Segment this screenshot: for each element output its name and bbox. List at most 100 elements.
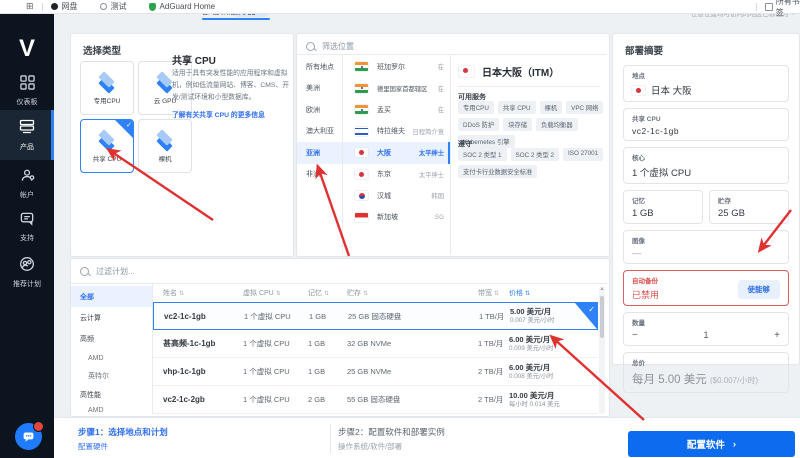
city-row-mumbai[interactable]: 孟买 在 — [343, 99, 450, 121]
filter-label: AMD — [88, 354, 104, 362]
city-name: 班加罗尔 — [377, 63, 405, 71]
sidebar-item-products[interactable]: 产品 — [0, 110, 54, 160]
step1-title[interactable]: 步骤1：选择地点和计划 — [78, 426, 168, 438]
plan-filter-input[interactable]: 过滤计划... — [80, 266, 135, 277]
type-card-bare-metal[interactable]: 裸机 — [138, 119, 192, 173]
plan-name: vhp-1c-1gb — [163, 367, 206, 376]
quantity-plus-button[interactable]: + — [774, 330, 780, 341]
sidebar-item-referral[interactable]: 推荐计划 — [0, 251, 54, 291]
all-bookmarks-button[interactable]: 所有书签 — [748, 0, 800, 18]
plan-filter-amd[interactable]: AMD — [71, 349, 152, 367]
region-item-africa[interactable]: 非洲 — [297, 164, 342, 186]
plan-memory: 1 GB — [308, 339, 326, 348]
enable-backups-button[interactable]: 使能够 — [737, 280, 780, 299]
plan-filter-cloud-compute[interactable]: 云计算 — [71, 307, 152, 328]
summary-label: 贮存 — [718, 198, 731, 205]
scrollbar-thumb[interactable] — [600, 296, 604, 338]
server-stack-icon — [95, 128, 119, 152]
support-chat-icon — [20, 212, 33, 226]
column-header-bandwidth[interactable]: 带宽 ⇅ — [478, 288, 509, 298]
sidebar-item-account[interactable]: 帐户 — [0, 163, 54, 199]
column-header-storage[interactable]: 贮存 ⇅ — [347, 288, 478, 298]
sidebar-item-label: 推荐计划 — [13, 281, 41, 288]
divider — [297, 54, 607, 55]
summary-cores-box: 核心 1 个虚拟 CPU — [623, 147, 789, 184]
table-scrollbar[interactable]: ▲ — [599, 286, 605, 414]
city-name: 特拉维夫 — [377, 128, 405, 136]
filter-label: AMD — [88, 406, 104, 414]
japan-flag-icon — [459, 66, 474, 77]
region-item-americas[interactable]: 美洲 — [297, 78, 342, 100]
south-korea-flag-icon — [355, 191, 368, 201]
bookmark-item[interactable]: AdGuard Home — [148, 2, 215, 11]
browser-bookmarks-bar: ⊞ 网盘 测试 AdGuard Home 所有书签 — [0, 0, 800, 17]
column-label: 记忆 — [308, 290, 322, 297]
referral-people-icon — [20, 257, 34, 271]
column-header-memory[interactable]: 记忆 ⇅ — [308, 288, 347, 298]
column-header-price[interactable]: 价格 ⇅ — [509, 288, 598, 298]
city-name: 东京 — [377, 171, 391, 179]
region-label: 所有地点 — [306, 63, 334, 71]
city-row-singapore[interactable]: 新加坡 SG — [343, 207, 450, 229]
shared-cpu-learn-more-link[interactable]: 了解有关共享 CPU 的更多信息 — [172, 109, 265, 119]
bookmark-item[interactable]: 网盘 — [50, 1, 78, 12]
plan-filter-high-performance[interactable]: 高性能 — [71, 385, 152, 404]
summary-location-box: 地点 日本 大阪 — [623, 65, 789, 102]
city-row-seoul[interactable]: 汉城 韩国 — [343, 185, 450, 207]
compliance-tags: SOC 2 类型 1 SOC 2 类型 2 ISO 27001 支付卡行业数据安… — [458, 148, 604, 178]
city-row-bangalore[interactable]: 班加罗尔 在 — [343, 56, 450, 78]
type-card-dedicated-cpu[interactable]: 专用CPU — [80, 61, 134, 115]
plan-filter-amd-2[interactable]: AMD — [71, 404, 152, 416]
israel-flag-icon — [355, 126, 368, 136]
divider — [41, 2, 43, 11]
plan-vcpu: 1 个虚拟 CPU — [243, 367, 290, 376]
city-row-delhi[interactable]: 德里国家首都辖区 在 — [343, 78, 450, 100]
app-canvas: 部署新服务器 任意位置均可访问的地区已标记为 ~ ⊞ 网盘 测试 AdGuard… — [0, 0, 800, 458]
plan-filter-high-frequency[interactable]: 高频 — [71, 328, 152, 349]
plan-price: 6.00 美元/月 0.009 美元/小时 — [509, 335, 598, 352]
plan-filter-intel[interactable]: 英特尔 — [71, 367, 152, 385]
column-header-name[interactable]: 姓名 ⇅ — [153, 288, 243, 298]
city-row-tokyo[interactable]: 东京 太平绅士 — [343, 164, 450, 186]
quantity-stepper: − 1 + — [632, 330, 780, 341]
plan-row-vc2-1c-2gb[interactable]: vc2-1c-2gb 1 个虚拟 CPU 2 GB 55 GB 固态硬盘 2 T… — [153, 386, 598, 414]
chat-widget-button[interactable] — [15, 421, 44, 450]
plan-row-vc2-1c-1gb[interactable]: vc2-1c-1gb 1 个虚拟 CPU 1 GB 25 GB 固态硬盘 1 T… — [153, 302, 598, 330]
region-item-asia[interactable]: 亚洲 — [297, 142, 342, 164]
region-label: 非洲 — [306, 171, 320, 179]
apps-grid-icon[interactable]: ⊞ — [26, 1, 34, 12]
memory-value: 1 GB — [632, 208, 654, 219]
step2-title[interactable]: 步骤2：配置软件和部署实例 — [338, 426, 445, 438]
japan-flag-icon — [355, 169, 368, 179]
region-item-australia[interactable]: 澳大利亚 — [297, 121, 342, 143]
plan-vcpu: 1 个虚拟 CPU — [243, 395, 290, 404]
configure-software-button[interactable]: 配置软件 › — [628, 431, 795, 457]
city-row-osaka[interactable]: 大阪 太平绅士 — [343, 142, 450, 164]
sidebar-item-dashboard[interactable]: 仪表板 — [0, 70, 54, 106]
bookmark-item[interactable]: 测试 — [99, 1, 127, 12]
vultr-logo[interactable]: V — [0, 35, 54, 63]
bookmark-favicon — [99, 3, 107, 10]
plan-row-vhp-1c-1gb[interactable]: vhp-1c-1gb 1 个虚拟 CPU 1 GB 25 GB NVMe 2 T… — [153, 358, 598, 386]
region-item-all[interactable]: 所有地点 — [297, 56, 342, 78]
type-card-shared-cpu[interactable]: ✓ 共享 CPU — [80, 119, 134, 173]
city-row-tel-aviv[interactable]: 特拉维夫 日程简介意 — [343, 121, 450, 143]
panel-title: 选择类型 — [83, 46, 122, 57]
plan-price: 10.00 美元/月 每小时 0.014 美元 — [509, 391, 598, 408]
column-header-vcpu[interactable]: 虚拟 CPU ⇅ — [243, 288, 308, 298]
cores-value: 1 个虚拟 CPU — [632, 168, 692, 179]
plan-name: 甚高频-1c-1gb — [163, 339, 216, 348]
column-label: 虚拟 CPU — [243, 290, 274, 297]
plan-id: vc2-1c-1gb — [632, 126, 680, 136]
sidebar-item-support[interactable]: 支持 — [0, 206, 54, 242]
location-search-input[interactable]: 筛选位置 — [306, 41, 354, 52]
region-item-europe[interactable]: 欧洲 — [297, 99, 342, 121]
region-filter-list: 所有地点 美洲 欧洲 澳大利亚 亚洲 非洲 — [297, 56, 342, 185]
adguard-shield-icon — [148, 2, 156, 11]
plan-price: 6.00 美元/月 0.008 美元/小时 — [509, 363, 598, 380]
chevron-right-icon: › — [732, 438, 737, 450]
plans-table: 姓名 ⇅ 虚拟 CPU ⇅ 记忆 ⇅ 贮存 ⇅ 带宽 ⇅ 价格 ⇅ vc2-1c-1gb 1… — [153, 284, 598, 414]
plan-filter-all[interactable]: 全部 — [71, 286, 152, 307]
plan-row-vhf-1c-1gb[interactable]: 甚高频-1c-1gb 1 个虚拟 CPU 1 GB 32 GB NVMe 1 T… — [153, 330, 598, 358]
search-placeholder: 过滤计划... — [96, 267, 135, 276]
